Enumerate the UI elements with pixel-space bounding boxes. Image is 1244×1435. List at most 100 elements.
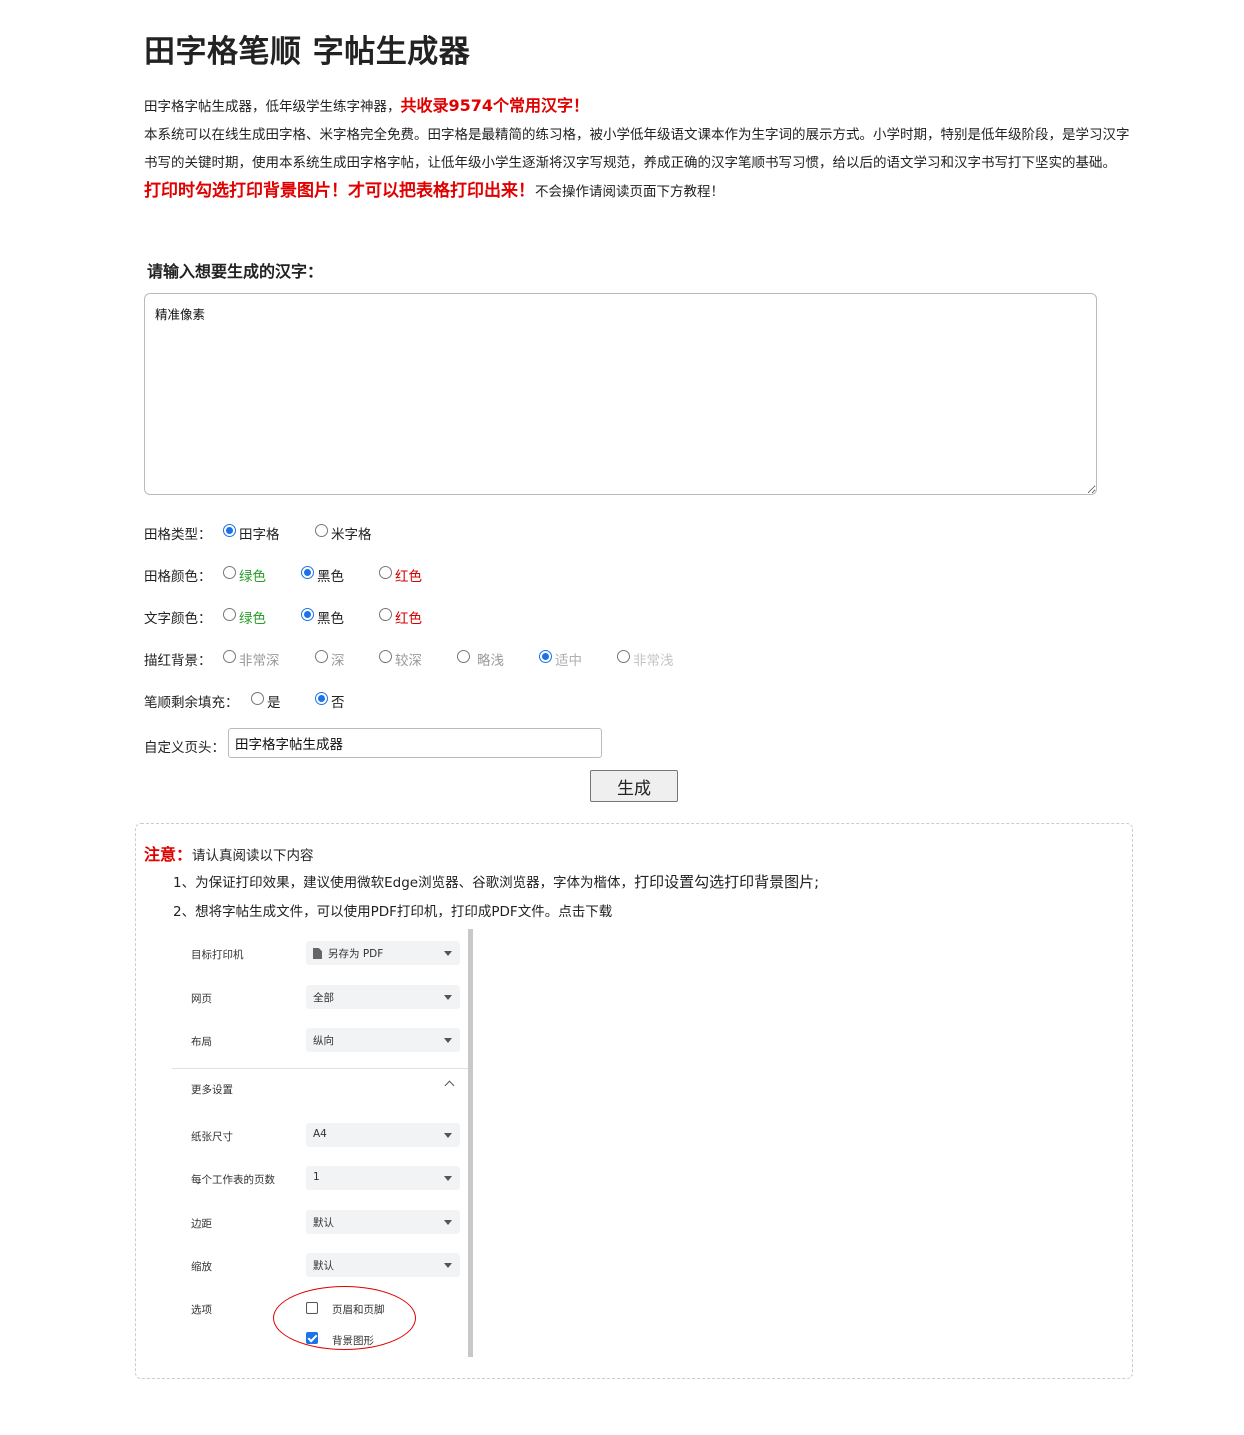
text-color-option-black[interactable]: 黑色: [317, 607, 344, 627]
print-warning-red: 打印时勾选打印背景图片！才可以把表格打印出来！: [144, 181, 535, 201]
intro-line1: 田字格字帖生成器，低年级学生练字神器，共收录9574个常用汉字！: [144, 92, 1134, 121]
trace-bg-radio-5[interactable]: [617, 650, 630, 663]
trace-bg-option-3[interactable]: 略浅: [477, 649, 504, 669]
print-layout-select[interactable]: 纵向: [306, 1028, 460, 1052]
more-settings-label: 更多设置: [191, 1084, 233, 1096]
custom-header-row: 自定义页头：: [144, 728, 614, 760]
grid-color-row: 田格颜色： 绿色 黑色 红色: [144, 563, 464, 585]
text-color-label: 文字颜色：: [144, 611, 212, 627]
trace-bg-radio-1[interactable]: [315, 650, 328, 663]
notice-item-1-emphasis: 打印设置勾选打印背景图片;: [634, 873, 820, 891]
intro-line1-text: 田字格字帖生成器，低年级学生练字神器，: [144, 99, 401, 115]
print-row-pages-per-sheet-label: 每个工作表的页数: [191, 1174, 275, 1186]
dropdown-arrow-icon: [444, 1133, 452, 1138]
stroke-fill-radio-yes[interactable]: [251, 692, 264, 705]
trace-bg-radio-0[interactable]: [223, 650, 236, 663]
trace-bg-option-4[interactable]: 适中: [555, 649, 582, 669]
print-layout-value: 纵向: [313, 1035, 334, 1047]
trace-bg-radio-2[interactable]: [379, 650, 392, 663]
notice-item-1: 1、为保证打印效果，建议使用微软Edge浏览器、谷歌浏览器，字体为楷体，打印设置…: [173, 871, 819, 892]
dropdown-arrow-icon: [444, 1263, 452, 1268]
text-color-row: 文字颜色： 绿色 黑色 红色: [144, 605, 464, 627]
dropdown-arrow-icon: [444, 1176, 452, 1181]
notice-box: 注意：请认真阅读以下内容 1、为保证打印效果，建议使用微软Edge浏览器、谷歌浏…: [135, 823, 1133, 1379]
print-row-paper-label: 纸张尺寸: [191, 1131, 233, 1143]
print-paper-select[interactable]: A4: [306, 1123, 460, 1147]
intro-paragraph: 本系统可以在线生成田字格、米字格完全免费。田字格是最精简的练习格，被小学低年级语…: [144, 127, 1130, 171]
trace-bg-option-2[interactable]: 较深: [395, 649, 422, 669]
print-row-pages-label: 网页: [191, 993, 212, 1005]
trace-bg-option-0[interactable]: 非常深: [239, 649, 280, 669]
print-pages-select[interactable]: 全部: [306, 985, 460, 1009]
custom-header-input[interactable]: [228, 728, 602, 758]
text-color-option-green[interactable]: 绿色: [239, 607, 266, 627]
document-icon: [313, 948, 322, 959]
dropdown-arrow-icon: [444, 1038, 452, 1043]
grid-color-radio-red[interactable]: [379, 566, 392, 579]
notice-item-1-text: 1、为保证打印效果，建议使用微软Edge浏览器、谷歌浏览器，字体为楷体，: [173, 875, 635, 891]
trace-bg-label: 描红背景：: [144, 653, 212, 669]
stroke-fill-radio-no[interactable]: [315, 692, 328, 705]
text-color-radio-red[interactable]: [379, 608, 392, 621]
generate-button[interactable]: 生成: [590, 770, 678, 802]
characters-textarea[interactable]: 精准像素: [144, 293, 1097, 495]
print-row-options-label: 选项: [191, 1304, 212, 1316]
grid-color-radio-green[interactable]: [223, 566, 236, 579]
grid-type-label: 田格类型：: [144, 527, 212, 543]
dropdown-arrow-icon: [444, 1220, 452, 1225]
print-paper-value: A4: [313, 1128, 327, 1140]
notice-item-2: 2、想将字帖生成文件，可以使用PDF打印机，打印成PDF文件。点击下载: [173, 904, 613, 920]
grid-type-radio-mi[interactable]: [315, 524, 328, 537]
print-row-layout-label: 布局: [191, 1036, 212, 1048]
text-color-radio-black[interactable]: [301, 608, 314, 621]
grid-color-option-red[interactable]: 红色: [395, 565, 422, 585]
highlight-oval: [273, 1286, 416, 1350]
grid-color-label: 田格颜色：: [144, 569, 212, 585]
chevron-up-icon[interactable]: [444, 1080, 455, 1091]
custom-header-label: 自定义页头：: [144, 740, 225, 756]
print-row-destination-label: 目标打印机: [191, 949, 244, 961]
notice-subtitle: 请认真阅读以下内容: [192, 848, 314, 864]
grid-type-row: 田格类型： 田字格 米字格: [144, 521, 444, 543]
print-warning: 打印时勾选打印背景图片！才可以把表格打印出来！不会操作请阅读页面下方教程！: [144, 177, 1134, 206]
notice-title: 注意：: [144, 845, 193, 864]
dropdown-arrow-icon: [444, 995, 452, 1000]
notice-head: 注意：请认真阅读以下内容: [144, 841, 314, 865]
print-dialog-scrollbar[interactable]: [468, 929, 473, 1357]
print-pages-per-sheet-value: 1: [313, 1171, 320, 1183]
print-margins-value: 默认: [313, 1217, 334, 1229]
print-margins-select[interactable]: 默认: [306, 1210, 460, 1234]
intro-highlight: 共收录9574个常用汉字！: [400, 96, 590, 115]
text-color-radio-green[interactable]: [223, 608, 236, 621]
print-destination-value: 另存为 PDF: [328, 948, 384, 960]
print-warning-tail: 不会操作请阅读页面下方教程！: [535, 184, 724, 200]
grid-color-option-green[interactable]: 绿色: [239, 565, 266, 585]
print-scale-value: 默认: [313, 1260, 334, 1272]
print-divider: [172, 1068, 468, 1069]
dropdown-arrow-icon: [444, 951, 452, 956]
text-color-option-red[interactable]: 红色: [395, 607, 422, 627]
grid-type-option-mi[interactable]: 米字格: [331, 523, 372, 543]
trace-bg-radio-4[interactable]: [539, 650, 552, 663]
trace-bg-row: 描红背景： 非常深 深 较深 略浅 适中 非常浅: [144, 647, 704, 669]
stroke-fill-label: 笔顺剩余填充：: [144, 695, 239, 711]
trace-bg-radio-3[interactable]: [457, 650, 470, 663]
stroke-fill-option-yes[interactable]: 是: [267, 691, 281, 711]
print-pages-value: 全部: [313, 992, 334, 1004]
input-prompt: 请输入想要生成的汉字：: [147, 262, 324, 281]
grid-type-option-tian[interactable]: 田字格: [239, 523, 280, 543]
stroke-fill-row: 笔顺剩余填充： 是 否: [144, 689, 404, 711]
print-destination-select[interactable]: 另存为 PDF: [306, 941, 460, 965]
print-scale-select[interactable]: 默认: [306, 1253, 460, 1277]
page-title: 田字格笔顺 字帖生成器: [144, 34, 471, 70]
grid-color-option-black[interactable]: 黑色: [317, 565, 344, 585]
grid-type-radio-tian[interactable]: [223, 524, 236, 537]
print-pages-per-sheet-select[interactable]: 1: [306, 1166, 460, 1190]
print-dialog-screenshot: 目标打印机 另存为 PDF 网页 全部 布局 纵向 更多设置 纸张尺寸 A4 每…: [172, 929, 474, 1359]
trace-bg-option-5[interactable]: 非常浅: [633, 649, 674, 669]
trace-bg-option-1[interactable]: 深: [331, 649, 345, 669]
print-row-scale-label: 缩放: [191, 1261, 212, 1273]
intro-text: 田字格字帖生成器，低年级学生练字神器，共收录9574个常用汉字！ 本系统可以在线…: [144, 92, 1134, 206]
stroke-fill-option-no[interactable]: 否: [331, 691, 345, 711]
grid-color-radio-black[interactable]: [301, 566, 314, 579]
